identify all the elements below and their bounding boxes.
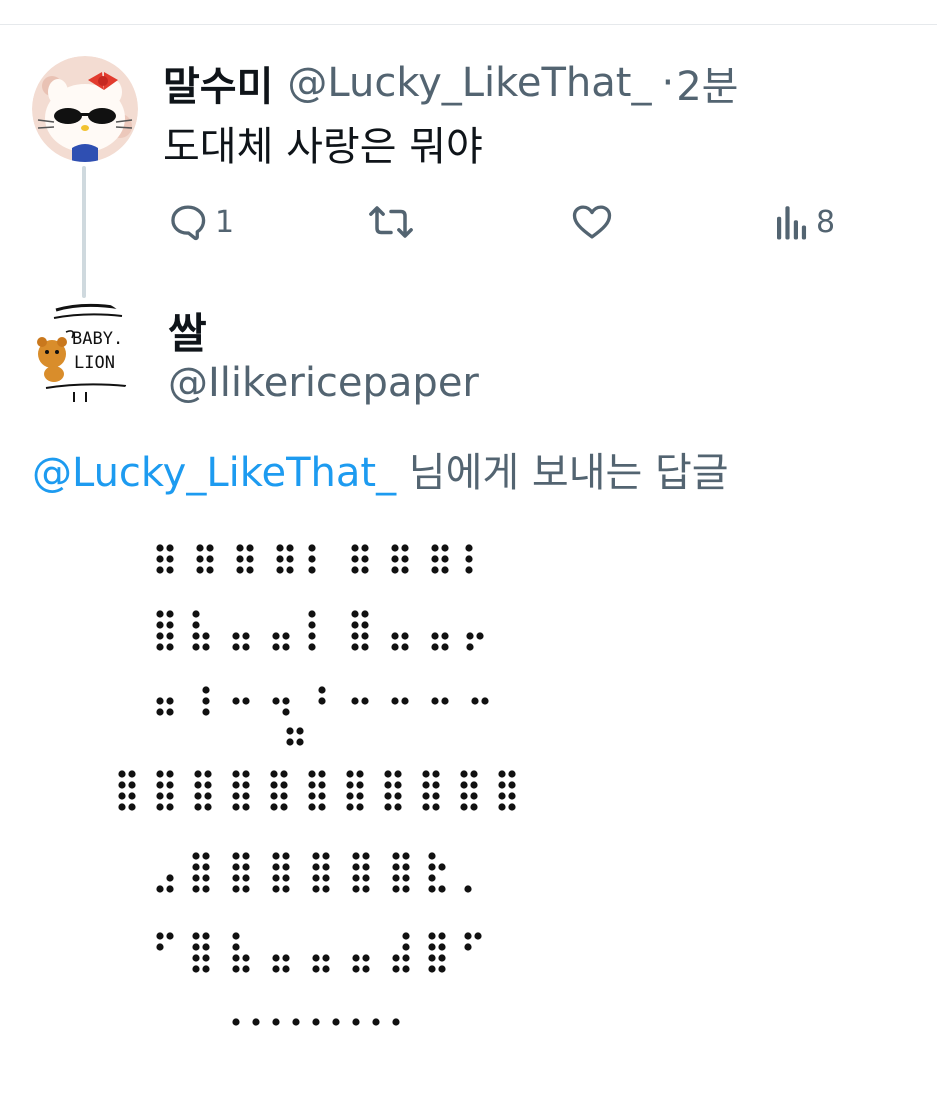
replying-to-mention-link[interactable]: @Lucky_LikeThat_ <box>32 450 396 496</box>
reply-count: 1 <box>215 204 235 240</box>
like-button[interactable] <box>570 196 620 248</box>
views-count: 8 <box>816 204 836 240</box>
original-post-text: 도대체 사랑은 뭐야 <box>163 124 483 170</box>
author-display-name[interactable]: 말수미 <box>163 54 273 112</box>
original-post-header: 말수미 @Lucky_LikeThat_ · 2분 <box>163 56 738 110</box>
retweet-button[interactable] <box>366 196 422 248</box>
reply-button[interactable]: 1 <box>167 196 234 248</box>
retweet-icon <box>369 206 413 238</box>
heart-icon <box>572 205 612 239</box>
svg-text:LION: LION <box>74 353 115 373</box>
reply-icon <box>171 205 206 241</box>
reply-author-display-name[interactable]: 쌀 <box>168 300 207 361</box>
post-timestamp[interactable]: 2분 <box>676 54 738 112</box>
views-bar-chart-icon <box>777 206 807 240</box>
views-button[interactable]: 8 <box>772 196 835 248</box>
top-divider <box>0 24 937 25</box>
hello-kitty-sunglasses-avatar-icon <box>32 56 138 162</box>
separator-dot: · <box>661 60 675 106</box>
author-avatar[interactable] <box>32 56 138 162</box>
reply-author-handle[interactable]: @Ilikericepaper <box>168 360 479 406</box>
post-action-bar: 1 8 <box>0 196 937 248</box>
baby-lion-drawing-avatar-icon: BABY. LION <box>30 298 138 406</box>
braille-dot-art-graphic <box>118 544 516 1026</box>
replying-to-line: @Lucky_LikeThat_ 님에게 보내는 답글 <box>32 440 729 498</box>
replying-to-suffix: 님에게 보내는 답글 <box>396 450 729 496</box>
author-handle[interactable]: @Lucky_LikeThat_ <box>287 60 651 106</box>
reply-author-avatar[interactable]: BABY. LION <box>30 298 138 406</box>
svg-text:BABY.: BABY. <box>72 329 123 349</box>
